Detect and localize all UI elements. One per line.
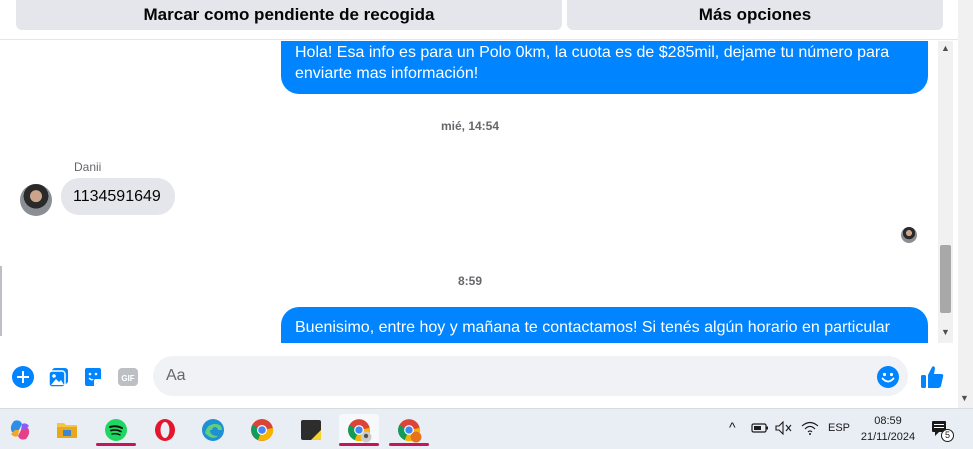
spotify-icon[interactable] bbox=[96, 414, 136, 446]
copilot-icon[interactable] bbox=[0, 414, 40, 446]
show-hidden-icons-chevron-icon[interactable]: ^ bbox=[729, 419, 736, 435]
message-thread: Hola! Esa info es para un Polo 0km, la c… bbox=[0, 41, 938, 343]
more-options-button[interactable]: Más opciones bbox=[567, 0, 943, 30]
sender-name: Danii bbox=[74, 160, 102, 174]
clock-time: 08:59 bbox=[874, 415, 902, 427]
scroll-down-arrow-icon[interactable]: ▼ bbox=[938, 327, 953, 339]
like-icon[interactable] bbox=[919, 364, 945, 390]
notification-count-badge: 5 bbox=[941, 429, 954, 442]
outgoing-message[interactable]: Hola! Esa info es para un Polo 0km, la c… bbox=[281, 41, 928, 94]
active-app-indicator bbox=[96, 443, 136, 446]
page-scroll-down-icon[interactable]: ▼ bbox=[960, 393, 969, 403]
input-language-indicator[interactable]: ESP bbox=[828, 422, 850, 434]
gif-icon[interactable]: GIF bbox=[116, 365, 140, 389]
wifi-icon[interactable] bbox=[801, 421, 819, 438]
gallery-icon[interactable] bbox=[47, 365, 71, 389]
chrome-profile-icon[interactable] bbox=[389, 414, 429, 446]
emoji-icon[interactable] bbox=[876, 365, 900, 389]
windows-taskbar: ^ ESP 08:59 21/11/2024 5 bbox=[0, 408, 973, 449]
outgoing-message[interactable]: Buenisimo, entre hoy y mañana te contact… bbox=[281, 307, 928, 343]
volume-muted-icon[interactable] bbox=[775, 420, 793, 438]
page-scrollbar[interactable]: ▼ bbox=[958, 0, 973, 408]
incoming-message[interactable]: 1134591649 bbox=[61, 178, 175, 215]
composer: GIF bbox=[0, 343, 958, 405]
active-app-indicator bbox=[389, 443, 429, 446]
opera-icon[interactable] bbox=[145, 414, 185, 446]
avatar[interactable] bbox=[20, 184, 52, 216]
message-input[interactable] bbox=[153, 356, 908, 396]
active-app-indicator bbox=[339, 443, 379, 446]
chat-scrollbar[interactable]: ▲ ▼ bbox=[938, 41, 953, 343]
scroll-up-arrow-icon[interactable]: ▲ bbox=[938, 43, 953, 55]
chrome-icon[interactable] bbox=[242, 414, 282, 446]
file-explorer-icon[interactable] bbox=[47, 414, 87, 446]
sticker-icon[interactable] bbox=[81, 365, 105, 389]
scrollbar-thumb[interactable] bbox=[940, 245, 951, 313]
clock-date: 21/11/2024 bbox=[860, 431, 916, 443]
system-clock[interactable]: 08:59 21/11/2024 bbox=[852, 413, 924, 445]
action-bar: Marcar como pendiente de recogida Más op… bbox=[0, 0, 958, 40]
plus-icon[interactable] bbox=[11, 365, 35, 389]
gif-label: GIF bbox=[121, 374, 134, 383]
screen: Marcar como pendiente de recogida Más op… bbox=[0, 0, 973, 449]
read-receipt-avatar bbox=[901, 227, 917, 243]
message-timestamp: 8:59 bbox=[457, 274, 483, 288]
chrome-profile-icon[interactable] bbox=[339, 414, 379, 446]
mark-pending-pickup-button[interactable]: Marcar como pendiente de recogida bbox=[16, 0, 562, 30]
battery-icon[interactable] bbox=[751, 421, 769, 438]
edge-icon[interactable] bbox=[193, 414, 233, 446]
sticky-notes-icon[interactable] bbox=[291, 414, 331, 446]
message-timestamp: mié, 14:54 bbox=[440, 119, 500, 133]
